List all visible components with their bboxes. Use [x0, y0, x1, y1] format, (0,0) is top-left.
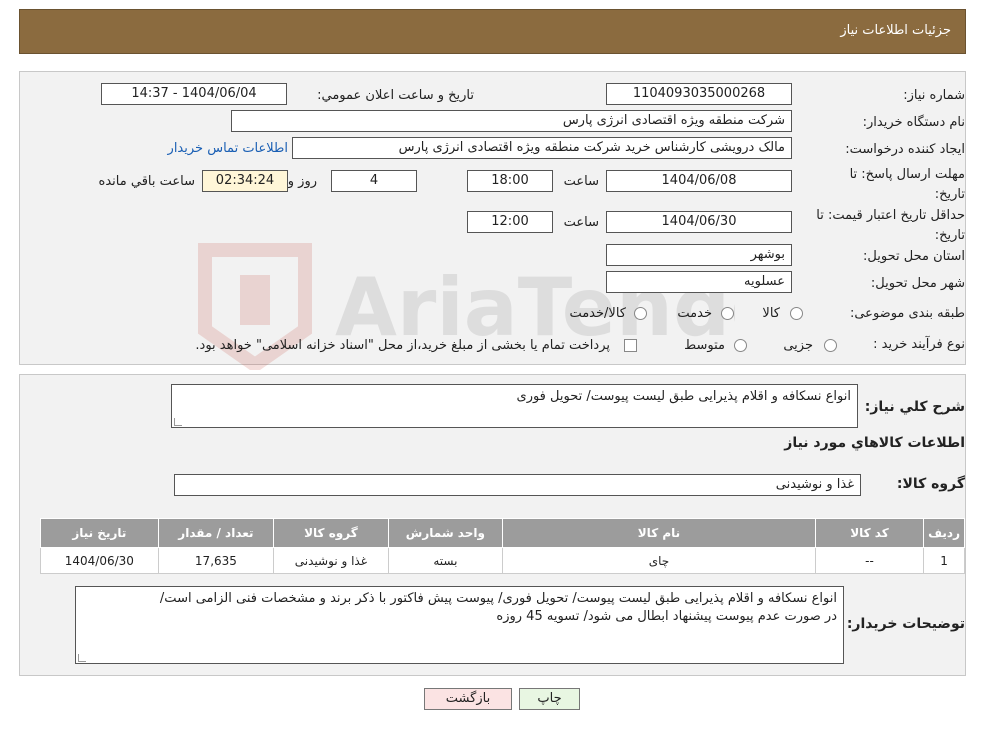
description-textarea[interactable]: انواع نسکافه و اقلام پذیرایی طبق لیست پی… — [171, 384, 858, 428]
treasury-note: پرداخت تمام یا بخشی از مبلغ خرید،از محل … — [195, 338, 610, 353]
resize-grip-icon[interactable] — [78, 654, 86, 662]
category-option-goods: کالا — [762, 306, 780, 321]
col-quantity: تعداد / مقدار — [157, 518, 275, 548]
requester-label: ایجاد کننده درخواست: — [845, 142, 965, 157]
cell-unit: بسته — [387, 547, 504, 574]
goods-table: ردیف کد کالا نام کالا واحد شمارش گروه کا… — [40, 518, 965, 574]
city-label: شهر محل تحویل: — [870, 276, 965, 291]
requester-field: مالک درویشی کارشناس خرید شرکت منطقه ویژه… — [292, 137, 792, 159]
days-label: روز و — [287, 174, 317, 189]
process-label: نوع فرآیند خرید : — [873, 337, 965, 352]
category-radio-service[interactable] — [721, 307, 734, 320]
buyer-notes-line-2: در صورت عدم پیوست پیشنهاد ابطال می شود/ … — [496, 609, 837, 624]
buyer-contact-link[interactable]: اطلاعات تماس خریدار — [168, 141, 288, 156]
cell-item-name: چای — [502, 547, 816, 574]
goods-table-header: ردیف کد کالا نام کالا واحد شمارش گروه کا… — [40, 518, 965, 548]
province-label: استان محل تحویل: — [863, 249, 965, 264]
col-need-date: تاریخ نیاز — [40, 518, 159, 548]
category-label: طبقه بندی موضوعی: — [849, 306, 965, 321]
col-item-name: نام کالا — [502, 518, 816, 548]
description-text: انواع نسکافه و اقلام پذیرایی طبق لیست پی… — [516, 389, 851, 404]
description-label: شرح کلي نیاز: — [864, 399, 965, 415]
validity-time-field: 12:00 — [467, 211, 553, 233]
category-option-service: خدمت — [677, 306, 712, 321]
time-remaining-field: 02:34:24 — [202, 170, 288, 192]
deadline-time-label: ساعت — [563, 174, 599, 189]
goods-section-title: اطلاعات کالاهاي مورد نیاز — [784, 435, 965, 451]
table-row: 1 -- چای بسته غذا و نوشیدنی 17,635 1404/… — [40, 547, 965, 574]
deadline-date-field: 1404/06/08 — [606, 170, 792, 192]
goods-group-label: گروه کالا: — [896, 476, 965, 492]
need-number-label: شماره نیاز: — [903, 88, 965, 103]
process-radio-medium[interactable] — [734, 339, 747, 352]
days-remaining-field: 4 — [331, 170, 417, 192]
back-button[interactable]: بازگشت — [424, 688, 512, 710]
col-unit: واحد شمارش — [387, 518, 504, 548]
goods-group-field: غذا و نوشیدنی — [174, 474, 861, 496]
validity-label: حداقل تاریخ اعتبار قیمت: تا تاریخ: — [816, 208, 965, 243]
validity-time-label: ساعت — [563, 215, 599, 230]
col-item-code: کد کالا — [814, 518, 925, 548]
need-number-field: 1104093035000268 — [606, 83, 792, 105]
buyer-org-label: نام دستگاه خریدار: — [862, 115, 965, 130]
cell-need-date: 1404/06/30 — [40, 547, 159, 574]
category-radio-goods[interactable] — [790, 307, 803, 320]
province-field: بوشهر — [606, 244, 792, 266]
announce-date-field: 1404/06/04 - 14:37 — [101, 83, 287, 105]
announce-label: تاریخ و ساعت اعلان عمومي: — [317, 88, 474, 103]
page-header: جزئیات اطلاعات نیاز — [19, 9, 966, 54]
deadline-label: مهلت ارسال پاسخ: تا تاریخ: — [849, 167, 965, 202]
resize-grip-icon[interactable] — [174, 418, 182, 426]
process-option-medium: متوسط — [684, 338, 725, 353]
treasury-checkbox[interactable] — [624, 339, 637, 352]
cell-item-group: غذا و نوشیدنی — [273, 547, 389, 574]
category-option-goods-service: کالا/خدمت — [569, 306, 626, 321]
buyer-org-field: شرکت منطقه ویژه اقتصادی انرژی پارس — [231, 110, 792, 132]
print-button[interactable]: چاپ — [519, 688, 580, 710]
process-radio-minor[interactable] — [824, 339, 837, 352]
cell-item-code: -- — [814, 547, 925, 574]
col-item-group: گروه کالا — [273, 518, 389, 548]
buyer-notes-label: توضیحات خریدار: — [846, 616, 965, 632]
validity-date-field: 1404/06/30 — [606, 211, 792, 233]
col-row-number: ردیف — [923, 518, 965, 548]
process-option-minor: جزیی — [783, 338, 813, 353]
cell-quantity: 17,635 — [157, 547, 275, 574]
city-field: عسلویه — [606, 271, 792, 293]
category-radio-goods-service[interactable] — [634, 307, 647, 320]
buyer-notes-textarea[interactable]: انواع نسکافه و اقلام پذیرایی طبق لیست پی… — [75, 586, 844, 664]
time-remaining-label: ساعت باقي مانده — [98, 174, 195, 189]
page-title: جزئیات اطلاعات نیاز — [840, 23, 951, 38]
buyer-notes-line-1: انواع نسکافه و اقلام پذیرایی طبق لیست پی… — [159, 591, 837, 606]
deadline-time-field: 18:00 — [467, 170, 553, 192]
cell-row-number: 1 — [923, 547, 965, 574]
